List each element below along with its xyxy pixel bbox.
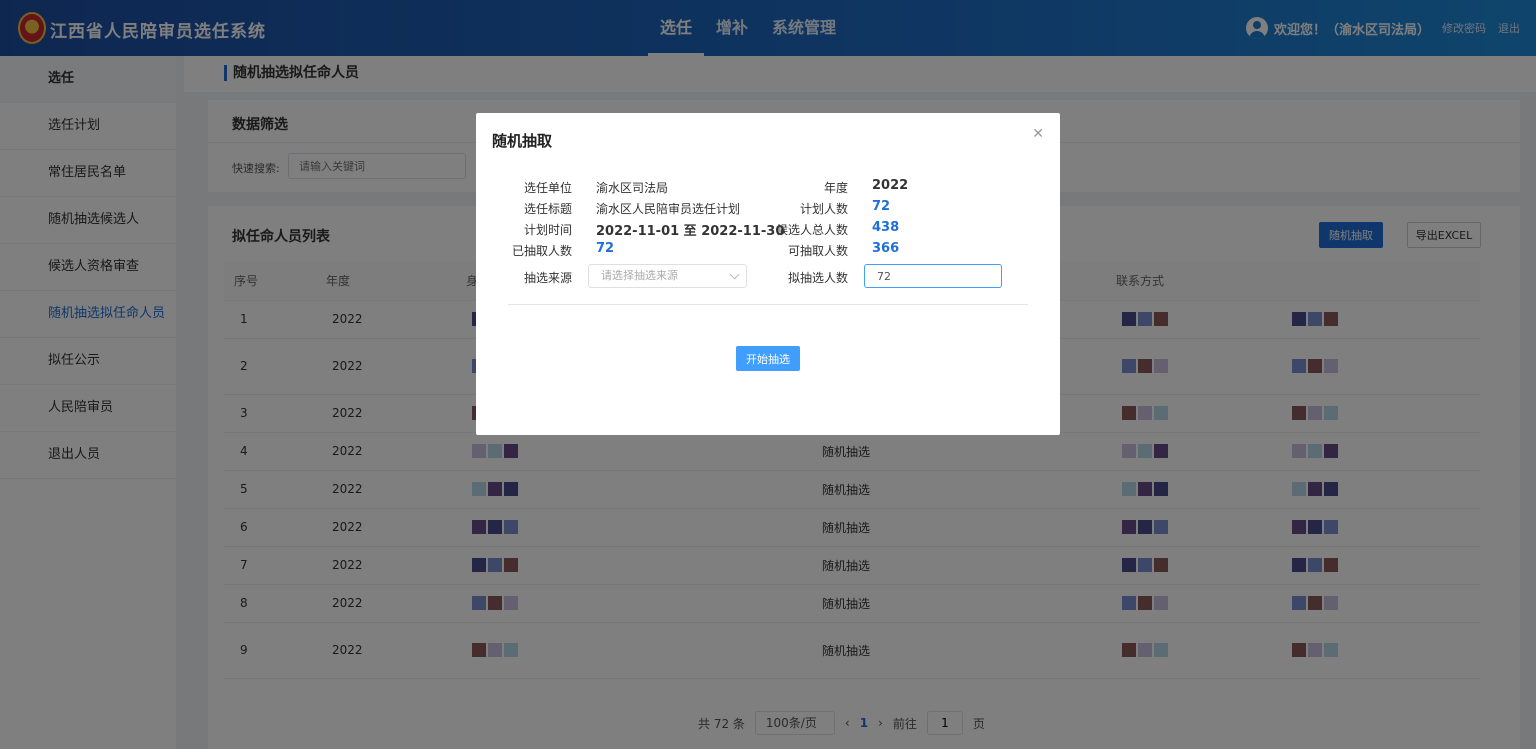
random-draw-dialog: 随机抽取 ✕ 选任单位 渝水区司法局 年度 2022 选任标题 渝水区人民陪审员… xyxy=(476,113,1060,435)
drawable-value: 366 xyxy=(872,241,900,256)
source-select[interactable]: 请选择抽选来源 xyxy=(588,264,747,288)
plan-count-label: 计划人数 xyxy=(799,202,848,216)
plan-count-value: 72 xyxy=(872,199,891,214)
source-label: 抽选来源 xyxy=(523,271,572,285)
source-select-placeholder: 请选择抽选来源 xyxy=(601,269,678,282)
drawable-label: 可抽取人数 xyxy=(787,244,848,258)
year-value: 2022 xyxy=(872,178,909,193)
drawn-label: 已抽取人数 xyxy=(511,244,572,258)
dialog-title: 随机抽取 xyxy=(492,132,553,150)
plan-time-value: 2022-11-01 至 2022-11-30 xyxy=(596,224,785,239)
chevron-down-icon xyxy=(729,269,740,280)
close-icon[interactable]: ✕ xyxy=(1032,126,1044,142)
plan-time-label: 计划时间 xyxy=(523,223,572,237)
unit-label: 选任单位 xyxy=(523,181,572,195)
candidates-value: 438 xyxy=(872,220,900,235)
unit-value: 渝水区司法局 xyxy=(596,181,669,195)
plan-title-label: 选任标题 xyxy=(523,202,572,216)
start-draw-button[interactable]: 开始抽选 xyxy=(736,346,800,371)
plan-title-value: 渝水区人民陪审员选任计划 xyxy=(596,202,741,216)
candidates-label: 候选人总人数 xyxy=(775,223,848,237)
to-draw-input[interactable] xyxy=(864,264,1002,288)
year-label: 年度 xyxy=(823,181,848,195)
to-draw-label: 拟抽选人数 xyxy=(787,271,848,285)
drawn-value: 72 xyxy=(596,241,615,256)
dialog-divider xyxy=(508,304,1028,305)
